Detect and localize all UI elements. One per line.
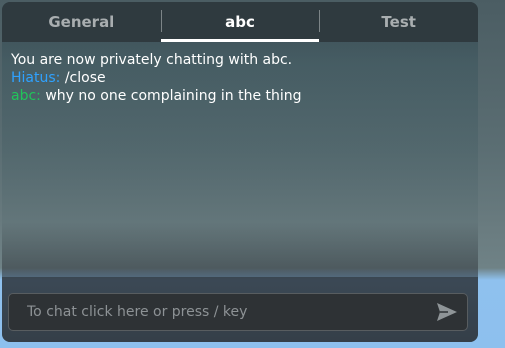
send-button[interactable] xyxy=(435,301,459,323)
chat-input[interactable] xyxy=(9,294,429,330)
system-message: You are now privately chatting with abc. xyxy=(11,51,471,69)
system-message-text: You are now privately chatting with abc. xyxy=(11,52,293,68)
tab-test-label: Test xyxy=(381,13,416,31)
chat-window: General abc Test You are now privately c… xyxy=(2,2,478,342)
message-text: why no one complaining in the thing xyxy=(40,88,302,104)
tab-test[interactable]: Test xyxy=(319,2,478,42)
chat-message: abc: why no one complaining in the thing xyxy=(11,87,471,105)
chat-message: Hiatus: /close xyxy=(11,69,471,87)
chat-input-container xyxy=(8,293,468,331)
tab-general-label: General xyxy=(48,13,115,31)
tab-abc[interactable]: abc xyxy=(160,2,320,42)
chat-message-list: You are now privately chatting with abc.… xyxy=(11,51,471,271)
tab-general[interactable]: General xyxy=(2,2,161,42)
message-sender[interactable]: abc: xyxy=(11,88,41,104)
message-text: /close xyxy=(60,70,106,86)
message-sender[interactable]: Hiatus: xyxy=(11,70,60,86)
tab-abc-label: abc xyxy=(225,13,255,31)
send-arrow-icon xyxy=(437,303,457,321)
chat-tab-bar: General abc Test xyxy=(2,2,478,42)
